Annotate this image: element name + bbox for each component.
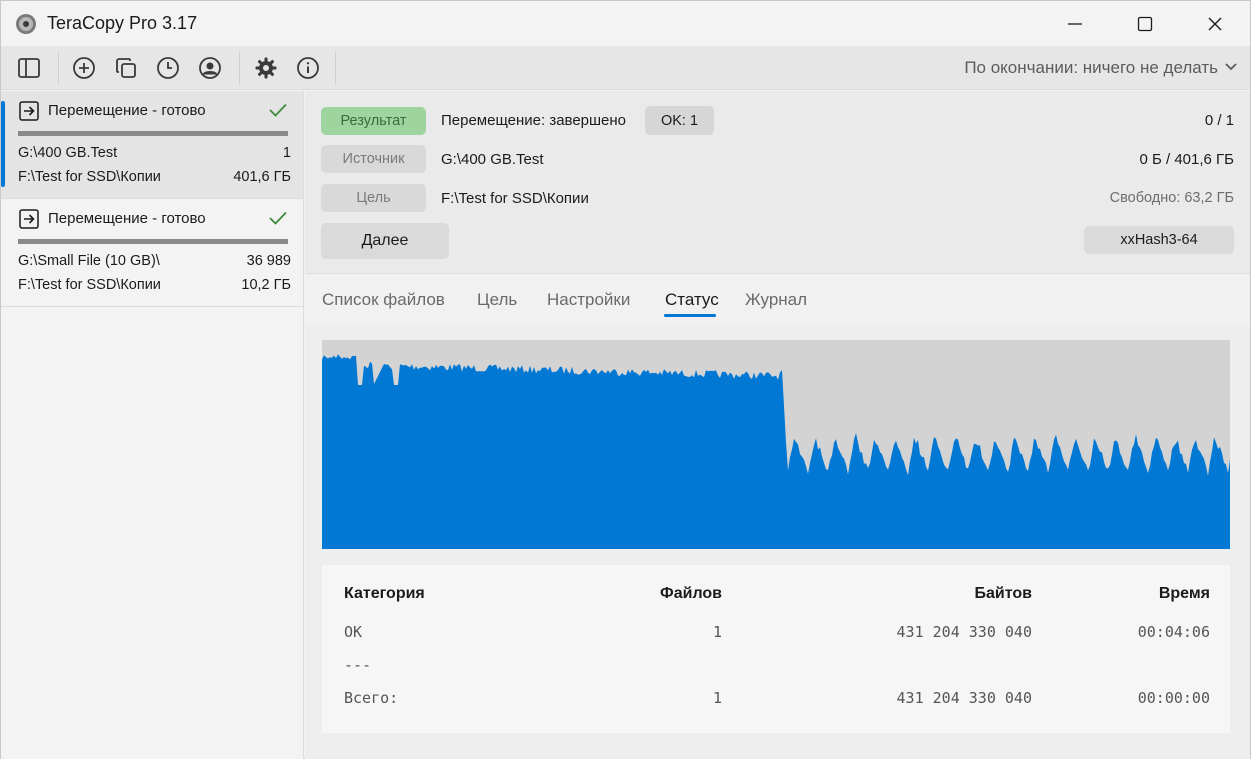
history-button[interactable]	[154, 54, 182, 82]
next-button[interactable]: Далее	[321, 223, 449, 259]
tab-bar: Список файлов Цель Настройки Статус Журн…	[305, 273, 1250, 325]
file-count: 0 / 1	[1204, 112, 1234, 129]
status-table: Категория Файлов Байтов Время OK 1 431 2…	[322, 565, 1230, 733]
toolbar: По окончании: ничего не делать	[1, 46, 1250, 90]
speed-graph-svg	[322, 354, 1230, 549]
job-progress-bar	[18, 239, 288, 244]
app-window: TeraCopy Pro 3.17 По окончании: ничего н…	[0, 0, 1251, 759]
job-source-row: G:\400 GB.Test 1	[18, 145, 293, 161]
account-icon	[199, 57, 221, 79]
row-category: OK	[344, 623, 363, 641]
header-category: Категория	[344, 585, 425, 602]
title-bar: TeraCopy Pro 3.17	[1, 1, 1250, 46]
copy-icon	[116, 58, 136, 78]
job-target-row: F:\Test for SSD\Копии 401,6 ГБ	[18, 169, 293, 185]
job-item[interactable]: Перемещение - готово G:\Small File (10 G…	[1, 199, 303, 307]
row-separator: ---	[344, 656, 372, 674]
minimize-icon	[1068, 22, 1082, 25]
header-time: Время	[1158, 585, 1210, 602]
job-target-size: 401,6 ГБ	[233, 169, 291, 185]
result-tag: Результат	[321, 107, 426, 135]
toggle-sidebar-button[interactable]	[15, 54, 43, 82]
job-progress-bar	[18, 131, 288, 136]
job-source-count: 1	[282, 145, 291, 161]
job-target: F:\Test for SSD\Копии	[18, 277, 161, 293]
job-source: G:\Small File (10 GB)\	[18, 253, 160, 269]
speed-graph	[322, 340, 1230, 549]
job-title: Перемещение - готово	[48, 102, 206, 119]
toolbar-separator	[335, 52, 336, 84]
check-icon	[269, 103, 287, 117]
on-complete-dropdown[interactable]: По окончании: ничего не делать	[964, 58, 1218, 78]
maximize-icon	[1137, 16, 1153, 31]
check-icon	[269, 211, 287, 225]
move-arrow-icon	[19, 209, 39, 229]
close-button[interactable]	[1180, 1, 1250, 46]
free-space: Свободно: 63,2 ГБ	[1109, 190, 1234, 206]
info-button[interactable]	[294, 54, 322, 82]
add-icon	[73, 57, 95, 79]
ok-count-badge[interactable]: OK: 1	[645, 106, 714, 135]
job-source-row: G:\Small File (10 GB)\ 36 989	[18, 253, 293, 269]
row-files: 1	[712, 623, 722, 641]
tab-log[interactable]: Журнал	[745, 290, 807, 310]
header-files: Файлов	[660, 585, 722, 602]
move-arrow-icon	[19, 101, 39, 121]
job-title: Перемещение - готово	[48, 210, 206, 227]
job-target-row: F:\Test for SSD\Копии 10,2 ГБ	[18, 277, 293, 293]
tab-settings[interactable]: Настройки	[547, 290, 630, 310]
job-target: F:\Test for SSD\Копии	[18, 169, 161, 185]
settings-button[interactable]	[252, 54, 280, 82]
row-category: Всего:	[344, 689, 399, 707]
app-icon	[16, 14, 36, 34]
header-bytes: Байтов	[974, 585, 1032, 602]
row-bytes: 431 204 330 040	[896, 689, 1032, 707]
maximize-button[interactable]	[1110, 1, 1180, 46]
add-button[interactable]	[70, 54, 98, 82]
gear-icon	[255, 57, 277, 79]
tab-status[interactable]: Статус	[665, 290, 719, 310]
active-tab-indicator	[664, 314, 716, 317]
job-source-count: 36 989	[246, 253, 291, 269]
minimize-button[interactable]	[1040, 1, 1110, 46]
target-tag: Цель	[321, 184, 426, 212]
speed-area	[322, 354, 1230, 549]
row-time: 00:00:00	[1137, 689, 1210, 707]
sidebar-toggle-icon	[18, 58, 40, 78]
job-target-size: 10,2 ГБ	[241, 277, 291, 293]
row-bytes: 431 204 330 040	[896, 623, 1032, 641]
details-pane: Результат Перемещение: завершено OK: 1 0…	[305, 91, 1250, 759]
copy-button[interactable]	[112, 54, 140, 82]
info-icon	[297, 57, 319, 79]
job-item[interactable]: Перемещение - готово G:\400 GB.Test 1 F:…	[1, 91, 303, 199]
chevron-down-icon[interactable]	[1224, 62, 1238, 72]
toolbar-separator	[239, 52, 240, 84]
job-list: Перемещение - готово G:\400 GB.Test 1 F:…	[1, 91, 304, 759]
selection-indicator	[1, 101, 5, 187]
job-source: G:\400 GB.Test	[18, 145, 118, 161]
job-info-panel: Результат Перемещение: завершено OK: 1 0…	[305, 91, 1250, 273]
row-files: 1	[712, 689, 722, 707]
close-icon	[1208, 17, 1222, 30]
hash-algorithm-button[interactable]: xxHash3-64	[1084, 226, 1234, 254]
row-time: 00:04:06	[1137, 623, 1210, 641]
account-button[interactable]	[196, 54, 224, 82]
toolbar-separator	[58, 52, 59, 84]
size-progress: 0 Б / 401,6 ГБ	[1139, 151, 1234, 168]
source-tag: Источник	[321, 145, 426, 173]
result-value: Перемещение: завершено	[441, 112, 627, 129]
tab-file-list[interactable]: Список файлов	[322, 290, 445, 310]
source-path: G:\400 GB.Test	[441, 151, 544, 168]
target-path: F:\Test for SSD\Копии	[441, 190, 589, 207]
tab-target[interactable]: Цель	[477, 290, 517, 310]
history-icon	[157, 57, 179, 79]
window-title: TeraCopy Pro 3.17	[47, 13, 198, 33]
